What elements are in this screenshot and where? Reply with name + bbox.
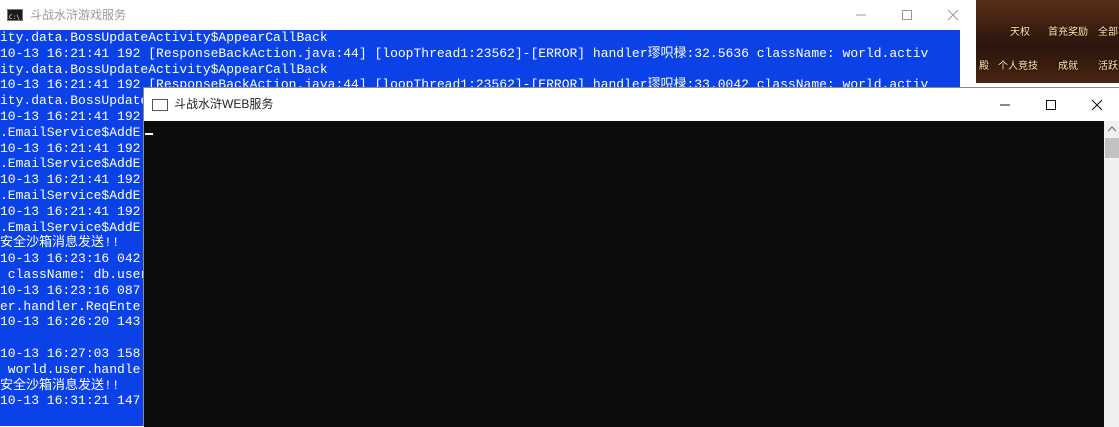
game-icon-all[interactable]: 全部 — [1094, 0, 1119, 38]
game-icon-tianquan[interactable]: 天权 — [998, 0, 1042, 38]
game-label: 成就 — [1058, 61, 1078, 72]
minimize-button[interactable] — [838, 0, 883, 30]
game-client-overlay[interactable]: 天权 首充奖励 全部 个人竞技 成就 活跃 殿 — [976, 0, 1119, 83]
game-icon-achievement[interactable]: 成就 — [1046, 34, 1090, 72]
maximize-icon — [1045, 99, 1056, 110]
svg-text:C:\: C:\ — [9, 14, 20, 21]
web-server-console-window[interactable]: 斗战水浒WEB服务 — [143, 87, 1119, 427]
vertical-scrollbar[interactable] — [1104, 121, 1119, 427]
game-icon-active[interactable]: 活跃 — [1094, 34, 1119, 72]
window-title: 斗战水浒游戏服务 — [30, 8, 127, 22]
console-line: 10-13 16:21:41 192 [ResponseBackAction.j… — [0, 45, 929, 61]
title-bar[interactable]: 斗战水浒WEB服务 — [144, 88, 1119, 121]
console-app-icon: C:\ — [7, 9, 23, 21]
minimize-icon — [999, 104, 1010, 105]
window-app-icon — [152, 99, 168, 111]
game-icon-hall[interactable]: 殿 — [976, 34, 996, 72]
minimize-button[interactable] — [982, 88, 1027, 121]
game-icon-pvp[interactable]: 个人竞技 — [996, 34, 1040, 72]
game-icon-first-recharge[interactable]: 首充奖励 — [1046, 0, 1090, 38]
title-bar[interactable]: C:\ 斗战水浒游戏服务 — [0, 0, 960, 30]
maximize-icon — [901, 10, 912, 20]
game-label: 殿 — [979, 61, 989, 72]
maximize-button[interactable] — [884, 0, 929, 30]
minimize-icon — [855, 14, 866, 16]
scrollbar-thumb[interactable] — [1105, 138, 1119, 158]
scroll-up-icon[interactable] — [1104, 123, 1119, 135]
close-icon — [1091, 99, 1102, 110]
console-output[interactable] — [144, 121, 1104, 427]
text-cursor — [145, 133, 153, 135]
console-line: ity.data.BossUpdateActivity$AppearCallBa… — [0, 30, 328, 45]
game-label: 活跃 — [1098, 61, 1118, 72]
game-label: 个人竞技 — [998, 61, 1038, 72]
close-button[interactable] — [930, 0, 975, 30]
console-line: ity.data.BossUpdateActivity$AppearCallBa… — [0, 61, 328, 77]
maximize-button[interactable] — [1028, 88, 1073, 121]
window-title: 斗战水浒WEB服务 — [174, 97, 274, 111]
close-button[interactable] — [1074, 88, 1119, 121]
close-icon — [947, 9, 958, 21]
